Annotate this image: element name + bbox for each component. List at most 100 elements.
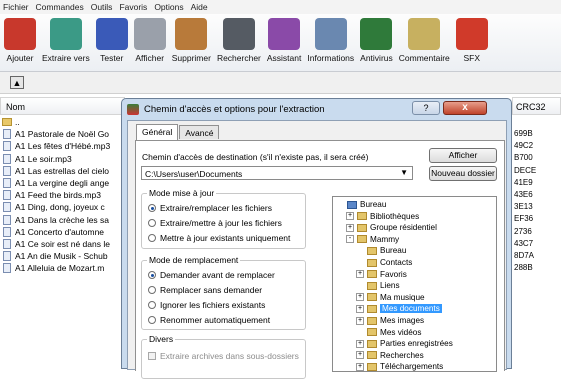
update_group-option[interactable]: Extraire/mettre à jour les fichiers (148, 218, 282, 228)
file-name: A1 Dans la crèche les sa (15, 214, 110, 225)
tree-node-label: Mammy (370, 234, 400, 244)
tab-general[interactable]: Général (136, 124, 179, 140)
close-button[interactable]: x (443, 101, 487, 115)
tree-node[interactable]: Bureau (356, 245, 406, 256)
radio-button[interactable] (148, 316, 156, 324)
list-item[interactable]: A1 Les fêtes d'Hébé.mp3 (0, 140, 125, 152)
tree-node[interactable]: + Recherches (356, 350, 424, 361)
tree-node[interactable]: + Téléchargements (356, 361, 443, 371)
toolbar-button[interactable]: Antivirus (360, 14, 393, 63)
toolbar-button[interactable]: Supprimer (172, 14, 211, 63)
tree-node[interactable]: + Mes documents (356, 303, 442, 314)
replace_group-option[interactable]: Renommer automatiquement (148, 315, 270, 325)
audio-file-icon (3, 226, 11, 237)
list-item[interactable]: A1 Le soir.mp3 (0, 153, 125, 165)
misc-option[interactable]: Extraire archives dans sous-dossiers (148, 351, 299, 361)
update_group-option[interactable]: Extraire/remplacer les fichiers (148, 203, 272, 213)
update_group-option-label: Extraire/mettre à jour les fichiers (160, 218, 282, 228)
collapse-icon[interactable]: - (346, 235, 354, 244)
list-item[interactable]: A1 Dans la crèche les sa (0, 214, 125, 226)
dialog-titlebar[interactable]: Chemin d'accès et options pour l'extract… (127, 99, 325, 119)
radio-button[interactable] (148, 234, 156, 242)
tab-advanced[interactable]: Avancé (179, 125, 220, 139)
list-item[interactable]: A1 Las estrellas del cielo (0, 165, 125, 177)
expand-icon[interactable]: + (346, 223, 354, 232)
winrar-icon (127, 103, 139, 115)
expand-icon[interactable]: + (356, 351, 364, 360)
list-item[interactable]: A1 Feed the birds.mp3 (0, 189, 125, 201)
replace_group-option[interactable]: Remplacer sans demander (148, 285, 262, 295)
delete-icon (175, 18, 208, 50)
info-icon (314, 18, 347, 50)
sfx-icon (455, 18, 488, 50)
list-item[interactable]: A1 La vergine degli ange (0, 177, 125, 189)
new-folder-button[interactable]: Nouveau dossier (429, 166, 497, 181)
list-item[interactable]: A1 Ce soir est né dans le (0, 238, 125, 250)
list-item[interactable]: .. (0, 116, 125, 128)
tree-node[interactable]: + Parties enregistrées (356, 338, 453, 349)
toolbar-button[interactable]: Assistant (267, 14, 301, 63)
toolbar-button[interactable]: Commentaire (399, 14, 450, 63)
update_group-option-label: Extraire/remplacer les fichiers (160, 203, 272, 213)
expand-icon[interactable]: + (356, 270, 364, 279)
menu-item[interactable]: Commandes (36, 2, 84, 12)
tree-node[interactable]: + Ma musique (356, 292, 425, 303)
menu-item[interactable]: Outils (91, 2, 113, 12)
tree-node[interactable]: - Mammy (346, 234, 399, 245)
update_group-option[interactable]: Mettre à jour existants uniquement (148, 233, 290, 243)
toolbar-button-label: Afficher (135, 53, 165, 63)
tree-node[interactable]: + Bibliothèques (346, 211, 419, 222)
audio-file-icon (3, 141, 11, 152)
expand-icon[interactable]: + (356, 304, 364, 313)
expand-icon[interactable]: + (356, 293, 364, 302)
toolbar-button[interactable]: Afficher (133, 14, 166, 63)
list-item[interactable]: A1 An die Musik - Schub (0, 250, 125, 262)
menu-item[interactable]: Aide (191, 2, 208, 12)
expand-icon[interactable]: + (356, 362, 364, 371)
radio-button[interactable] (148, 271, 156, 279)
menu-item[interactable]: Favoris (119, 2, 147, 12)
tree-node[interactable]: Mes vidéos (356, 327, 421, 338)
toolbar-button-label: Extraire vers (42, 53, 90, 63)
tree-node[interactable]: + Favoris (356, 269, 407, 280)
show-button[interactable]: Afficher (429, 148, 497, 163)
list-item[interactable]: A1 Ding, dong, joyeux c (0, 201, 125, 213)
list-item[interactable]: A1 Concerto d'automne (0, 226, 125, 238)
toolbar-button[interactable]: Ajouter (4, 14, 36, 63)
help-button[interactable]: ? (412, 101, 440, 115)
column-header-crc[interactable]: CRC32 (512, 97, 561, 115)
menu-item[interactable]: Options (154, 2, 183, 12)
dropdown-arrow-icon[interactable]: ▼ (400, 168, 408, 177)
menu-item[interactable]: Fichier (3, 2, 29, 12)
column-header-name[interactable]: Nom (0, 97, 125, 115)
list-item[interactable]: A1 Pastorale de Noël Go (0, 128, 125, 140)
list-item[interactable]: A1 Alleluia de Mozart.m (0, 262, 125, 274)
tree-node[interactable]: Bureau (336, 199, 386, 210)
radio-button[interactable] (148, 301, 156, 309)
tree-node[interactable]: + Mes images (356, 315, 424, 326)
destination-path-input[interactable]: C:\Users\user\Documents ▼ (141, 166, 413, 180)
replace_group-option[interactable]: Ignorer les fichiers existants (148, 300, 265, 310)
tree-node-label: Contacts (380, 258, 413, 267)
radio-button[interactable] (148, 219, 156, 227)
expand-icon[interactable]: + (356, 339, 364, 348)
up-folder-button[interactable]: ▲ (10, 76, 24, 89)
tree-node[interactable]: + Groupe résidentiel (346, 222, 437, 233)
toolbar-button[interactable]: Extraire vers (42, 14, 90, 63)
radio-button[interactable] (148, 204, 156, 212)
replace_group-option[interactable]: Demander avant de remplacer (148, 270, 275, 280)
tree-node-label: Liens (380, 281, 400, 291)
toolbar-button[interactable]: Informations (307, 14, 354, 63)
toolbar-button[interactable]: SFX (455, 14, 488, 63)
tree-node[interactable]: Contacts (356, 257, 412, 268)
expand-icon[interactable]: + (346, 212, 354, 221)
folder-tree[interactable]: Bureau + Bibliothèques + Groupe résidentiel -… (332, 196, 497, 372)
update-mode-group: Mode mise à jour Extraire/remplacer les … (141, 188, 306, 249)
toolbar-button[interactable]: Tester (95, 14, 128, 63)
expand-icon[interactable]: + (356, 316, 364, 325)
radio-button[interactable] (148, 286, 156, 294)
checkbox[interactable] (148, 352, 156, 360)
crc-value: 2736 (514, 226, 532, 236)
toolbar-button[interactable]: Rechercher (217, 14, 261, 63)
tree-node[interactable]: Liens (356, 280, 400, 291)
